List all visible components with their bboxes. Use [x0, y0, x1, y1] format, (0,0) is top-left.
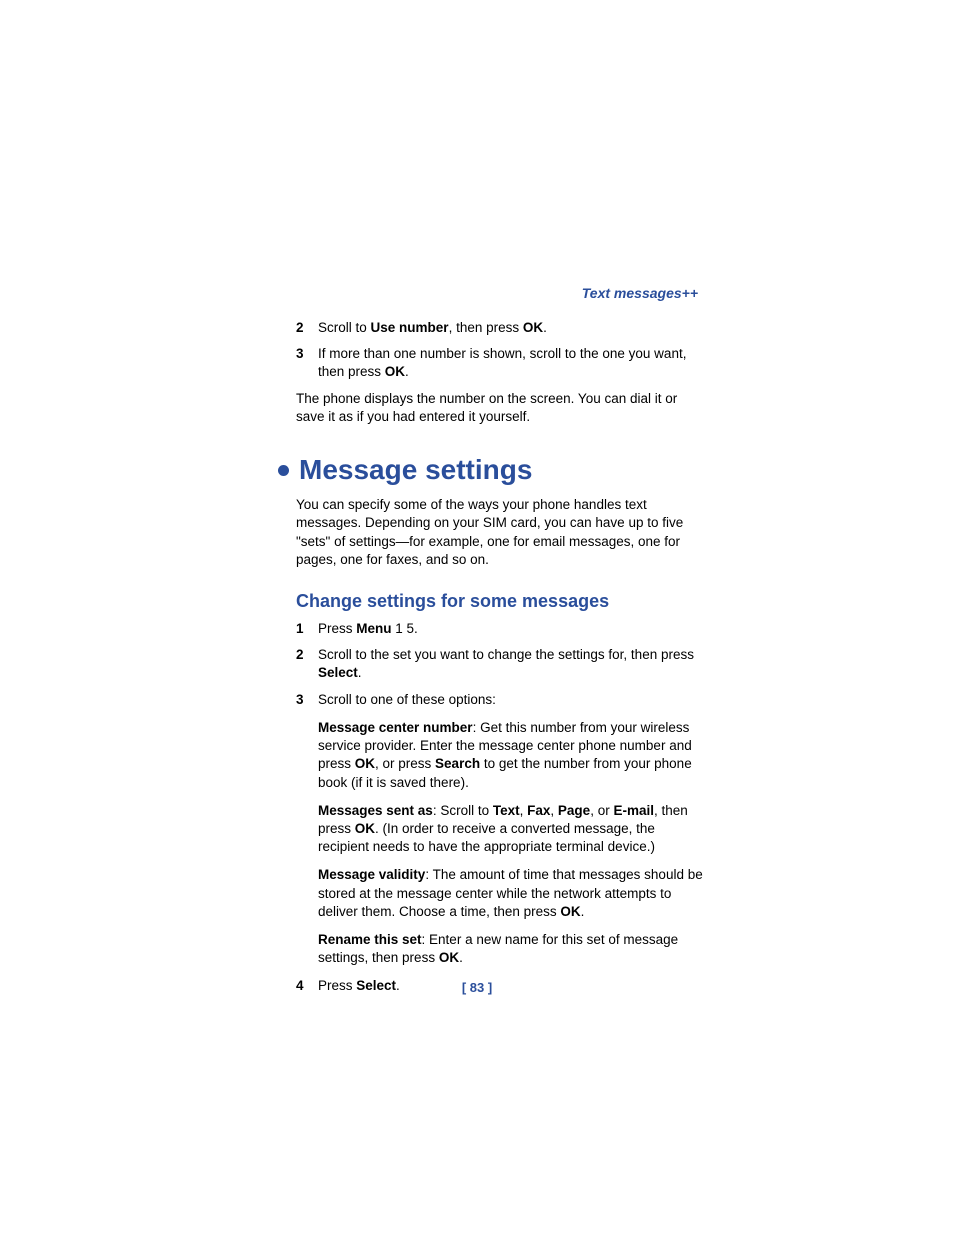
- running-header: Text messages++: [278, 285, 704, 301]
- step-text: Scroll to the set you want to change the…: [318, 646, 704, 682]
- option-paragraph: Rename this set: Enter a new name for th…: [318, 931, 704, 967]
- option-paragraph: Message validity: The amount of time tha…: [318, 866, 704, 921]
- list-item: 2 Scroll to the set you want to change t…: [278, 646, 704, 682]
- section-heading: Message settings: [299, 454, 532, 486]
- step-number: 3: [296, 345, 318, 381]
- document-page: Text messages++ 2 Scroll to Use number, …: [0, 0, 954, 1235]
- bullet-icon: [278, 465, 289, 476]
- option-paragraph: Message center number: Get this number f…: [318, 719, 704, 792]
- list-item: 1 Press Menu 1 5.: [278, 620, 704, 638]
- step-number: 1: [296, 620, 318, 638]
- body-paragraph: You can specify some of the ways your ph…: [296, 496, 704, 569]
- page-number: [ 83 ]: [0, 980, 954, 995]
- step-text: Press Menu 1 5.: [318, 620, 704, 638]
- step-text: Scroll to one of these options:: [318, 691, 704, 709]
- step-text: If more than one number is shown, scroll…: [318, 345, 704, 381]
- step-number: 2: [296, 319, 318, 337]
- list-item: 3 Scroll to one of these options:: [278, 691, 704, 709]
- list-item: 2 Scroll to Use number, then press OK.: [278, 319, 704, 337]
- list-item: 3 If more than one number is shown, scro…: [278, 345, 704, 381]
- step-number: 2: [296, 646, 318, 682]
- option-paragraph: Messages sent as: Scroll to Text, Fax, P…: [318, 802, 704, 857]
- step-text: Scroll to Use number, then press OK.: [318, 319, 704, 337]
- body-paragraph: The phone displays the number on the scr…: [296, 390, 704, 426]
- step-number: 3: [296, 691, 318, 709]
- subsection-heading: Change settings for some messages: [296, 591, 704, 612]
- section-heading-row: Message settings: [278, 454, 704, 486]
